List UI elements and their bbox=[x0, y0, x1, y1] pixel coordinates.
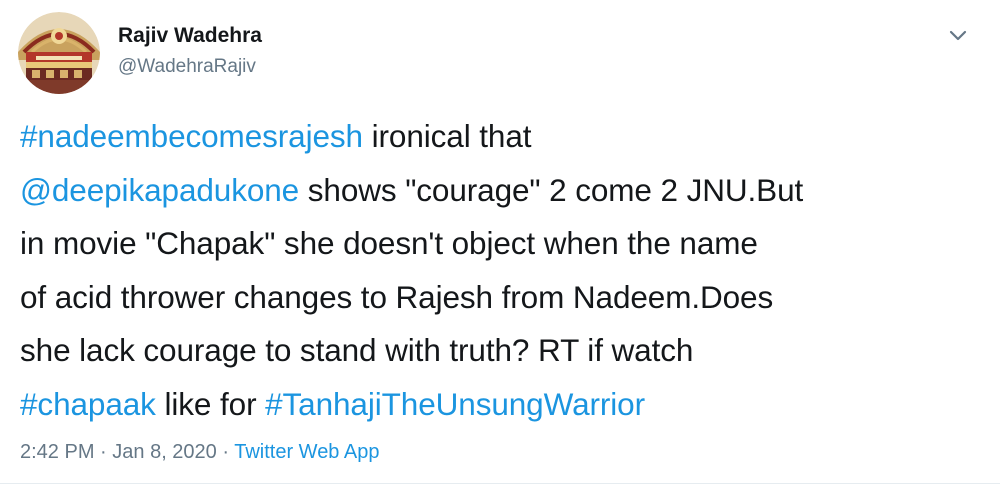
author-display-name[interactable]: Rajiv Wadehra bbox=[118, 24, 262, 48]
tweet-text-segment: like for bbox=[155, 385, 266, 422]
chevron-down-icon-glyph bbox=[949, 30, 967, 41]
tweet-line: @deepikapadukone shows "courage" 2 come … bbox=[20, 164, 985, 218]
tweet-line: she lack courage to stand with truth? RT… bbox=[20, 324, 985, 378]
tweet-text-segment: of acid thrower changes to Rajesh from N… bbox=[20, 278, 774, 315]
tweet-text-segment: ironical that bbox=[362, 118, 532, 154]
meta-separator: · bbox=[216, 441, 235, 463]
tweet-line: #nadeembecomesrajesh ironical that bbox=[20, 110, 985, 164]
tweet-line: in movie "Chapak" she doesn't object whe… bbox=[20, 217, 985, 271]
tweet-source-link[interactable]: Twitter Web App bbox=[234, 441, 379, 463]
chevron-down-icon[interactable] bbox=[944, 24, 972, 46]
tweet-time[interactable]: 2:42 PM bbox=[20, 441, 94, 463]
hashtag-link[interactable]: #chapaak bbox=[20, 386, 156, 422]
tweet-meta: 2:42 PM · Jan 8, 2020 · Twitter Web App bbox=[20, 441, 379, 464]
tweet-text: #nadeembecomesrajesh ironical that @deep… bbox=[20, 110, 985, 431]
avatar[interactable] bbox=[18, 12, 100, 94]
mention-link[interactable]: @deepikapadukone bbox=[20, 172, 299, 208]
hashtag-link[interactable]: #nadeembecomesrajesh bbox=[20, 118, 363, 154]
tweet-date[interactable]: Jan 8, 2020 bbox=[112, 441, 217, 463]
tweet-line: #chapaak like for #TanhajiTheUnsungWarri… bbox=[20, 378, 985, 432]
tweet-text-segment: shows "courage" 2 come 2 JNU.But bbox=[299, 171, 804, 208]
avatar-image bbox=[18, 12, 100, 94]
tweet-card: Rajiv Wadehra @WadehraRajiv #nadeembecom… bbox=[0, 0, 1000, 484]
tweet-text-segment: she lack courage to stand with truth? RT… bbox=[20, 332, 694, 368]
meta-separator: · bbox=[94, 441, 113, 463]
tweet-text-segment: in movie "Chapak" she doesn't object whe… bbox=[20, 225, 758, 261]
tweet-line: of acid thrower changes to Rajesh from N… bbox=[20, 271, 985, 325]
author-handle[interactable]: @WadehraRajiv bbox=[118, 56, 256, 78]
hashtag-link[interactable]: #TanhajiTheUnsungWarrior bbox=[265, 386, 645, 422]
